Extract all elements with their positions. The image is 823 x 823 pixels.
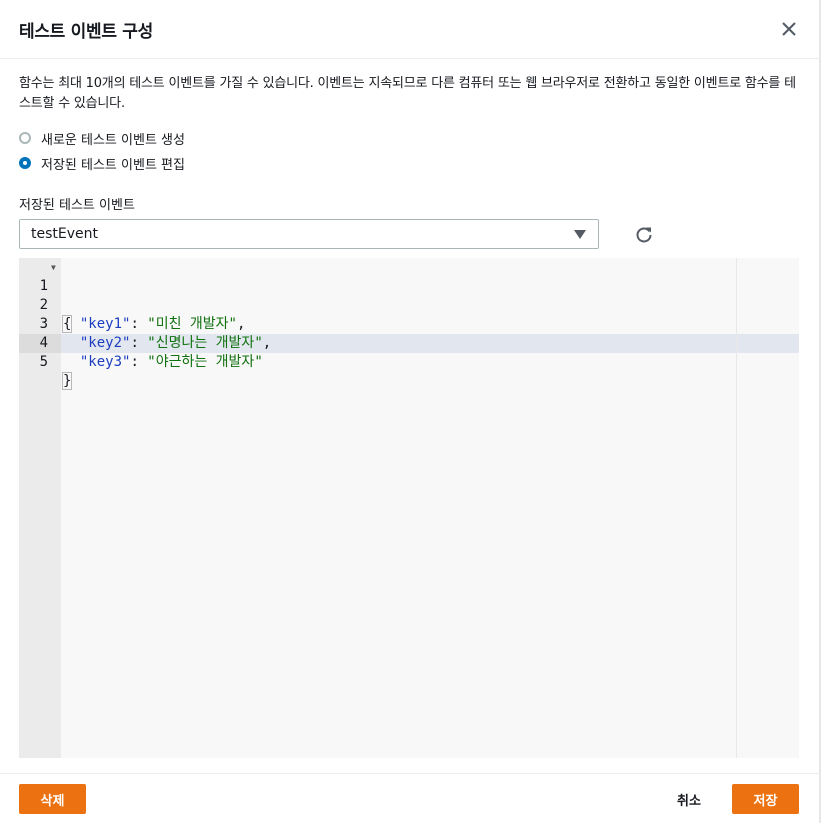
delete-button[interactable]: 삭제	[19, 784, 86, 814]
text-cursor	[71, 373, 73, 389]
radio-edit-saved-event[interactable]: 저장된 테스트 이벤트 편집	[19, 153, 185, 173]
refresh-button[interactable]	[633, 223, 655, 245]
dialog-title: 테스트 이벤트 구성	[19, 22, 153, 42]
close-icon	[782, 22, 796, 36]
test-event-dialog: 테스트 이벤트 구성 함수는 최대 10개의 테스트 이벤트를 가질 수 있습니…	[0, 0, 821, 823]
fold-arrow-icon[interactable]: ▼	[51, 258, 56, 277]
close-brace: }	[61, 372, 73, 390]
code-line: 2 "key1": "미친 개발자",	[19, 277, 799, 332]
code-line: 4 "key3": "야근하는 개발자"	[19, 315, 799, 370]
close-button[interactable]	[778, 18, 800, 40]
radio-button-checked[interactable]	[19, 157, 31, 169]
dialog-footer: 삭제 취소 저장	[0, 773, 821, 823]
saved-events-label: 저장된 테스트 이벤트	[19, 198, 135, 213]
code-line: 5 }	[19, 334, 799, 390]
code-line: 1 ▼ {	[19, 258, 799, 333]
save-button[interactable]: 저장	[732, 784, 799, 814]
radio-label: 저장된 테스트 이벤트 편집	[41, 157, 185, 173]
cancel-button[interactable]: 취소	[662, 784, 716, 814]
radio-label: 새로운 테스트 이벤트 생성	[41, 132, 185, 148]
radio-create-new-event[interactable]: 새로운 테스트 이벤트 생성	[19, 128, 185, 148]
json-string-value: "야근하는 개발자"	[147, 354, 263, 370]
refresh-icon	[636, 227, 652, 243]
line-number: 5	[39, 354, 48, 370]
saved-event-select[interactable]: testEvent	[19, 219, 599, 249]
caret-down-icon	[574, 230, 586, 239]
radio-button-unchecked[interactable]	[19, 132, 31, 144]
json-key: "key3"	[79, 354, 131, 370]
dialog-header: 테스트 이벤트 구성	[0, 0, 821, 59]
dialog-description: 함수는 최대 10개의 테스트 이벤트를 가질 수 있습니다. 이벤트는 지속되…	[19, 76, 796, 111]
select-value: testEvent	[31, 226, 98, 242]
json-code-editor[interactable]: 1 ▼ { 2 "key1": "미친 개발자", 3 "key2": "신명나…	[19, 258, 799, 758]
code-line: 3 "key2": "신명나는 개발자",	[19, 296, 799, 351]
